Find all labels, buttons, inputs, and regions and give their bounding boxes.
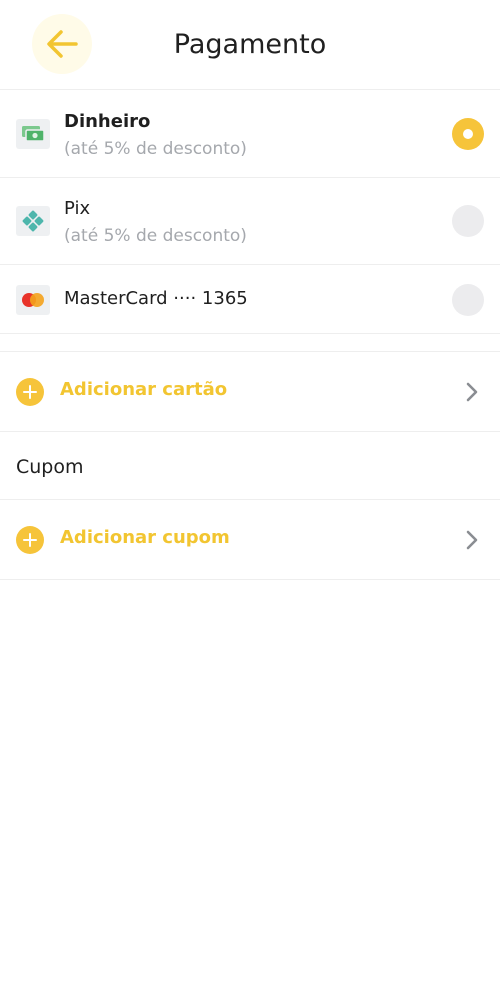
radio-unselected[interactable] (452, 205, 484, 237)
payment-option-pix[interactable]: Pix (até 5% de desconto) (0, 178, 500, 265)
header: Pagamento (0, 0, 500, 90)
pix-icon (16, 206, 50, 236)
payment-option-dinheiro[interactable]: Dinheiro (até 5% de desconto) (0, 91, 500, 178)
payment-option-title: MasterCard ···· 1365 (64, 288, 248, 309)
plus-circle-icon (16, 526, 44, 554)
add-card-button[interactable]: Adicionar cartão (0, 352, 500, 432)
arrow-left-icon (47, 30, 78, 58)
payment-option-mastercard[interactable]: MasterCard ···· 1365 (0, 265, 500, 334)
cash-icon (16, 119, 50, 149)
chevron-right-icon (466, 382, 478, 402)
payment-list: Dinheiro (até 5% de desconto) Pix (até 5… (0, 91, 500, 580)
section-spacer (0, 334, 500, 352)
chevron-right-icon (466, 530, 478, 550)
radio-selected[interactable] (452, 118, 484, 150)
radio-unselected[interactable] (452, 284, 484, 316)
mastercard-icon (16, 285, 50, 315)
back-button[interactable] (32, 14, 92, 74)
payment-option-title: Dinheiro (64, 111, 151, 132)
coupon-title: Cupom (16, 456, 84, 478)
coupon-section-title: Cupom (0, 432, 500, 500)
plus-circle-icon (16, 378, 44, 406)
payment-option-title: Pix (64, 198, 91, 219)
add-coupon-label: Adicionar cupom (60, 527, 230, 548)
add-coupon-button[interactable]: Adicionar cupom (0, 500, 500, 580)
payment-option-subtitle: (até 5% de desconto) (64, 226, 247, 246)
payment-option-subtitle: (até 5% de desconto) (64, 139, 247, 159)
add-card-label: Adicionar cartão (60, 379, 228, 400)
